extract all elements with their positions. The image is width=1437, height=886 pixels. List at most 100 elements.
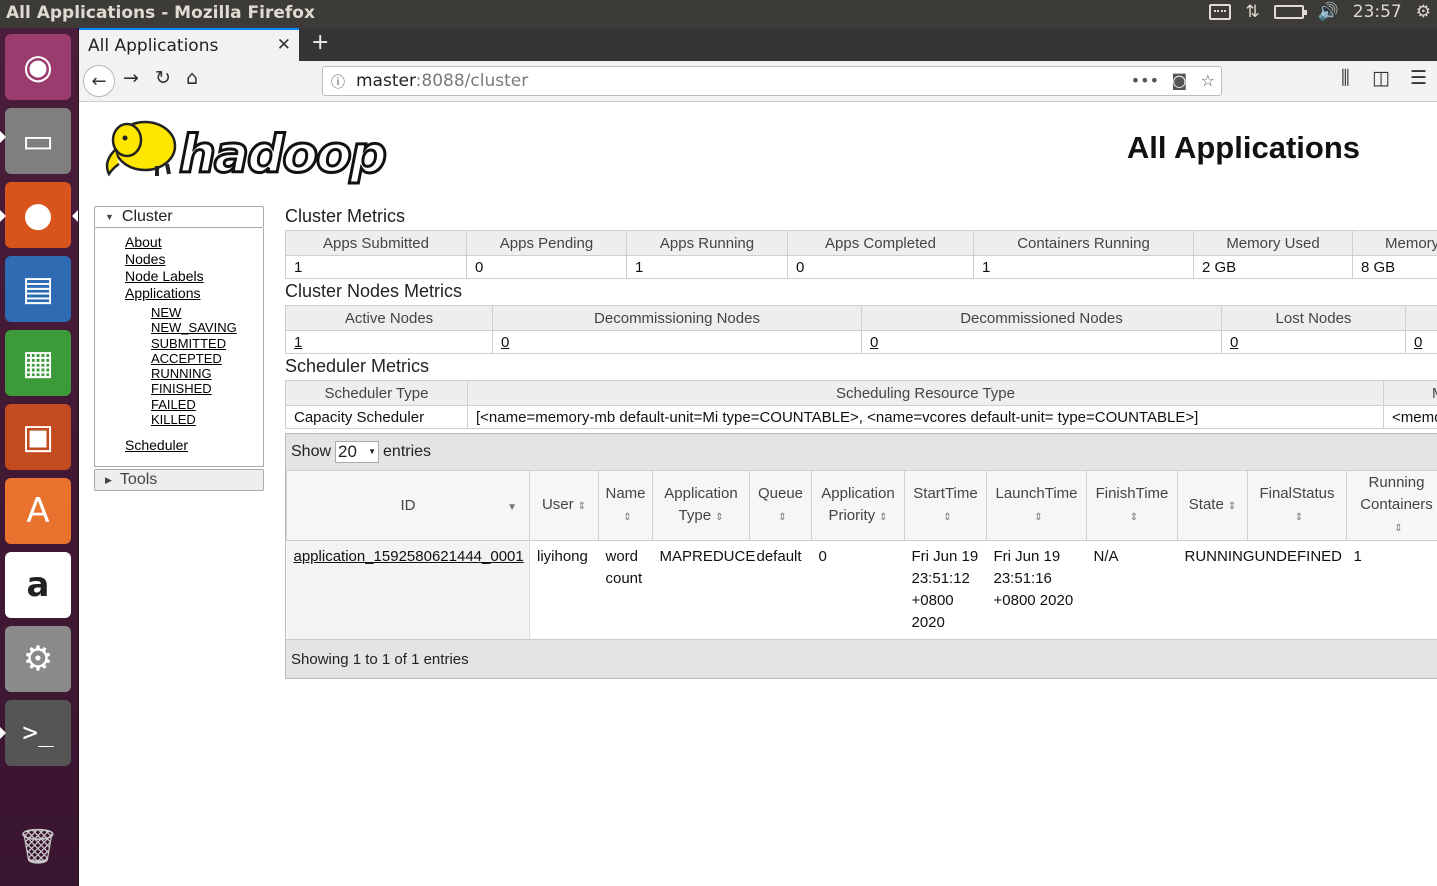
home-icon[interactable]: ⌂ xyxy=(186,67,198,89)
col-id-header[interactable]: ID ▼ xyxy=(286,470,530,541)
more-nodes-link[interactable]: 0 xyxy=(1414,334,1422,351)
col-application-type-header[interactable]: Application Type ⇕ xyxy=(652,470,750,541)
state-submitted-link[interactable]: SUBMITTED xyxy=(125,336,263,351)
col-state-header[interactable]: State ⇕ xyxy=(1177,470,1248,541)
network-icon[interactable]: ⇅ xyxy=(1245,2,1259,22)
url-bar[interactable]: ⓘ master:8088/cluster ••• ◙ ☆ xyxy=(322,66,1222,96)
system-top-bar: All Applications - Mozilla Firefox ⇅ 🔊 2… xyxy=(0,0,1437,28)
state-killed-link[interactable]: KILLED xyxy=(125,412,263,427)
system-tray: ⇅ 🔊 23:57 ⚙ xyxy=(1209,2,1431,22)
state-running-link[interactable]: RUNNING xyxy=(125,366,263,381)
applications-table-wrapper: Show 20 ▼ entries ID ▼ User ⇕ Name ⇕ Applic… xyxy=(285,433,1437,679)
file-cabinet-icon: ▭ xyxy=(21,121,55,161)
library-icon[interactable]: ⫼ xyxy=(1341,67,1350,89)
system-settings-button[interactable]: ⚙ xyxy=(5,626,71,692)
col-application-priority-header[interactable]: Application Priority ⇕ xyxy=(811,470,905,541)
col-launchtime-header[interactable]: LaunchTime ⇕ xyxy=(986,470,1087,541)
settings-gear-icon: ⚙ xyxy=(22,639,54,679)
tools-section-header[interactable]: ▶ Tools xyxy=(94,469,264,491)
apps-pending-value: 0 xyxy=(466,255,627,279)
col-name-header[interactable]: Name ⇕ xyxy=(598,470,653,541)
reload-icon[interactable]: ↻ xyxy=(155,67,171,89)
cluster-section-header[interactable]: ▼ Cluster xyxy=(94,206,264,228)
col-finalstatus-header[interactable]: FinalStatus ⇕ xyxy=(1247,470,1347,541)
col-apps-pending: Apps Pending xyxy=(466,230,627,256)
pocket-icon[interactable]: ◙ xyxy=(1171,71,1187,90)
libreoffice-writer-button[interactable]: ▤ xyxy=(5,256,71,322)
decommissioning-nodes-value: 0 xyxy=(492,330,862,354)
col-more-nodes xyxy=(1405,305,1437,331)
state-failed-link[interactable]: FAILED xyxy=(125,397,263,412)
trash-button[interactable]: 🗑 xyxy=(5,814,71,880)
bookmark-star-icon[interactable]: ☆ xyxy=(1201,71,1215,90)
hadoop-logo[interactable]: hadoop xyxy=(97,110,397,186)
keyboard-icon[interactable] xyxy=(1209,4,1232,20)
scheduler-metrics-title: Scheduler Metrics xyxy=(285,356,430,376)
nodes-link[interactable]: Nodes xyxy=(125,251,263,268)
application-priority-cell: 0 xyxy=(818,548,827,565)
col-decommissioning-nodes: Decommissioning Nodes xyxy=(492,305,862,331)
containers-running-value: 1 xyxy=(973,255,1194,279)
sort-icon: ⇕ xyxy=(1294,511,1304,523)
col-state-label: State xyxy=(1188,495,1224,513)
terminal-button[interactable]: >_ xyxy=(5,700,71,766)
table-info-footer: Showing 1 to 1 of 1 entries xyxy=(286,639,1437,678)
col-user-label: User xyxy=(541,495,574,513)
amazon-button[interactable]: a xyxy=(5,552,71,618)
col-running-containers-header[interactable]: Running Containers ⇕ xyxy=(1346,470,1437,541)
close-tab-icon[interactable]: ✕ xyxy=(277,35,291,55)
decommissioned-nodes-link[interactable]: 0 xyxy=(870,334,878,351)
applications-link[interactable]: Applications xyxy=(125,285,263,302)
volume-icon[interactable]: 🔊 xyxy=(1318,2,1339,22)
hamburger-menu-icon[interactable]: ☰ xyxy=(1410,67,1427,89)
about-link[interactable]: About xyxy=(125,234,263,251)
url-text[interactable]: master:8088/cluster xyxy=(356,71,528,91)
dropdown-caret-icon: ▼ xyxy=(368,447,377,456)
hadoop-logo-text: hadoop xyxy=(179,125,386,185)
col-apps-running: Apps Running xyxy=(626,230,788,256)
tab-strip: All Applications ✕ + xyxy=(79,28,1437,61)
document-icon: ▤ xyxy=(21,269,55,309)
entries-length-control: Show 20 ▼ entries xyxy=(286,434,1437,470)
state-accepted-link[interactable]: ACCEPTED xyxy=(125,351,263,366)
software-center-button[interactable]: A xyxy=(5,478,71,544)
col-user-header[interactable]: User ⇕ xyxy=(529,470,599,541)
forward-arrow-icon[interactable]: → xyxy=(123,67,139,89)
application-id-link[interactable]: application_1592580621444_0001 xyxy=(294,548,524,565)
state-new-saving-link[interactable]: NEW_SAVING xyxy=(125,320,263,335)
back-arrow-icon[interactable]: ← xyxy=(83,65,115,97)
col-queue-header[interactable]: Queue ⇕ xyxy=(749,470,812,541)
libreoffice-impress-button[interactable]: ▣ xyxy=(5,404,71,470)
sidebar-icon[interactable]: ◫ xyxy=(1372,67,1390,89)
tab-all-applications[interactable]: All Applications ✕ xyxy=(79,28,299,61)
entries-per-page-select[interactable]: 20 ▼ xyxy=(335,441,380,463)
page-actions-ellipsis-icon[interactable]: ••• xyxy=(1131,71,1159,90)
lost-nodes-link[interactable]: 0 xyxy=(1230,334,1238,351)
state-finished-link[interactable]: FINISHED xyxy=(125,381,263,396)
col-starttime-header[interactable]: StartTime ⇕ xyxy=(904,470,987,541)
battery-icon[interactable] xyxy=(1273,5,1307,19)
decommissioning-nodes-link[interactable]: 0 xyxy=(501,334,509,351)
site-info-icon[interactable]: ⓘ xyxy=(331,72,345,92)
shopping-bag-icon: A xyxy=(26,491,50,531)
libreoffice-calc-button[interactable]: ▦ xyxy=(5,330,71,396)
files-button[interactable]: ▭ xyxy=(5,108,71,174)
decommissioned-nodes-value: 0 xyxy=(861,330,1222,354)
new-tab-plus-icon[interactable]: + xyxy=(311,30,329,55)
col-launchtime-label: LaunchTime xyxy=(995,484,1078,502)
state-new-link[interactable]: NEW xyxy=(125,305,263,320)
firefox-button[interactable]: ● xyxy=(5,182,71,248)
col-running-containers-label: Running Containers xyxy=(1360,473,1433,513)
scheduler-link[interactable]: Scheduler xyxy=(125,437,263,454)
sort-icon: ⇕ xyxy=(577,500,587,512)
node-labels-link[interactable]: Node Labels xyxy=(125,268,263,285)
terminal-icon: >_ xyxy=(22,718,54,748)
amazon-icon: a xyxy=(26,565,50,605)
clock[interactable]: 23:57 xyxy=(1353,2,1402,22)
col-finishtime-header[interactable]: FinishTime ⇕ xyxy=(1086,470,1178,541)
active-nodes-value: 1 xyxy=(285,330,493,354)
ubuntu-dash-button[interactable]: ◉ xyxy=(5,34,71,100)
active-nodes-link[interactable]: 1 xyxy=(294,334,302,351)
apps-completed-value: 0 xyxy=(787,255,974,279)
power-gear-icon[interactable]: ⚙ xyxy=(1416,2,1431,22)
